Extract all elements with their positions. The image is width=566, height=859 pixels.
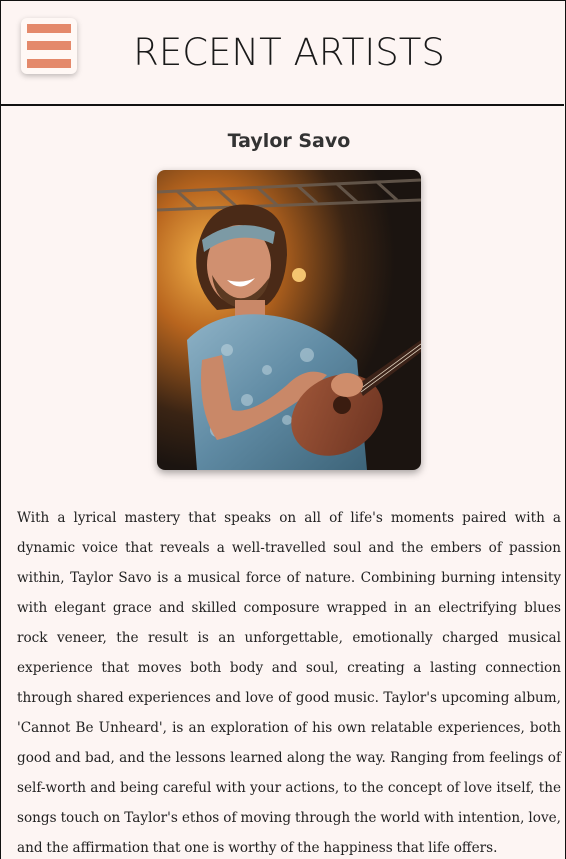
artist-name: Taylor Savo [227, 130, 351, 152]
artist-bio: With a lyrical mastery that speaks on al… [17, 510, 561, 856]
page-header: RECENT ARTISTS [0, 0, 564, 106]
page-title: RECENT ARTISTS [133, 31, 445, 74]
artist-photo [157, 170, 421, 470]
